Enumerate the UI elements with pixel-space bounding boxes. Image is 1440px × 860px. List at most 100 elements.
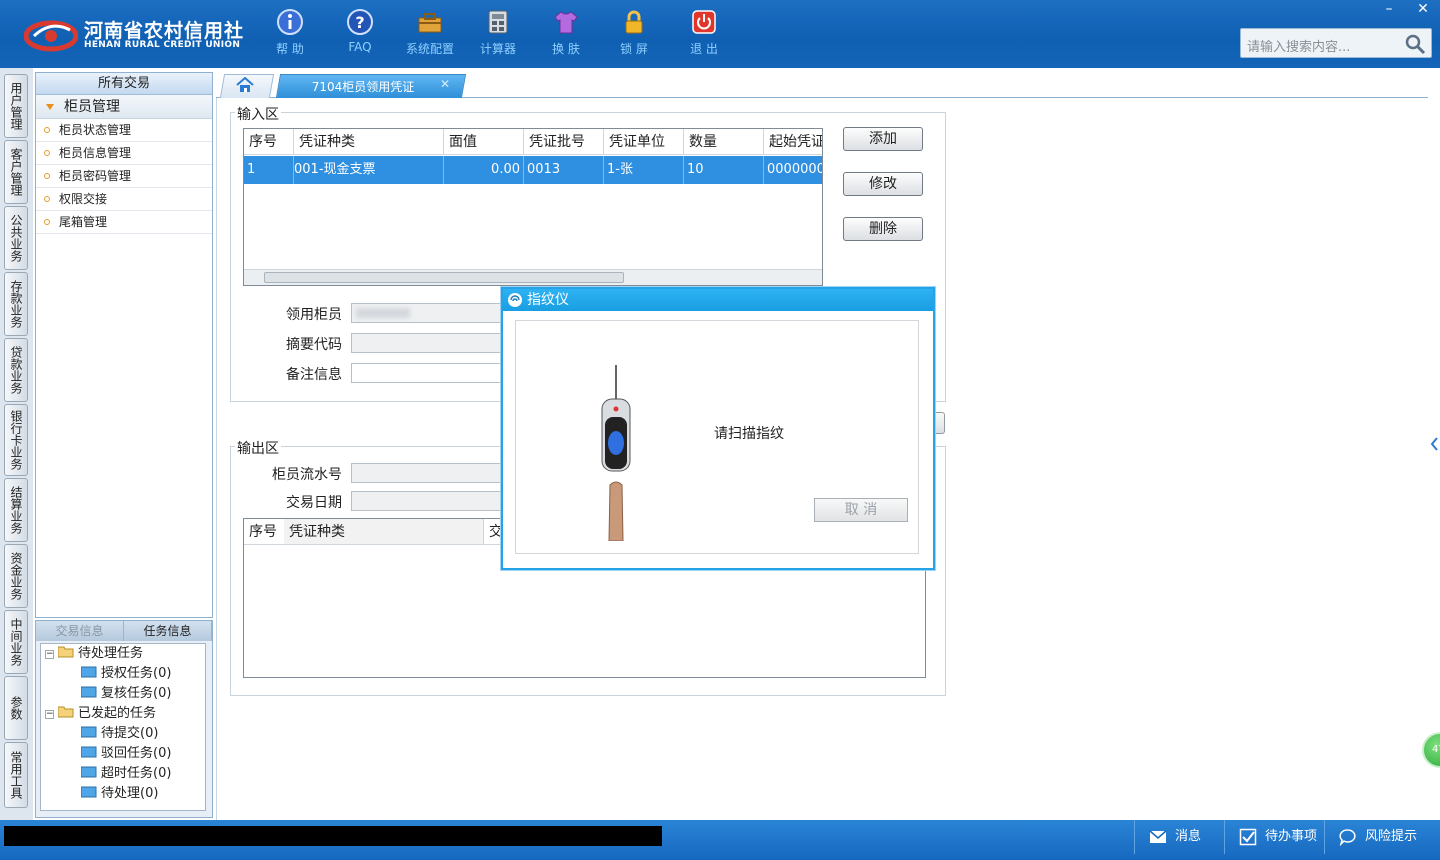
col-header-unit[interactable]: 凭证单位: [604, 129, 684, 155]
remark-input[interactable]: [351, 363, 511, 383]
col-header-batch-no[interactable]: 凭证批号: [524, 129, 604, 155]
vtab-common-tools[interactable]: 常用工具: [4, 742, 28, 808]
chat-bubble-icon: [1339, 829, 1356, 846]
tree-node-pending[interactable]: − 待处理任务: [45, 644, 143, 664]
vtab-loan[interactable]: 贷款业务: [4, 338, 28, 402]
add-button[interactable]: 添加: [843, 127, 923, 151]
summary-code-input[interactable]: [351, 333, 511, 353]
collapse-arrow-icon[interactable]: [1428, 420, 1440, 468]
folder-icon: [81, 666, 97, 678]
change-skin-button[interactable]: 换 肤: [536, 8, 596, 64]
tree-node-to-process[interactable]: 待处理(0): [81, 784, 158, 804]
vtab-deposit[interactable]: 存款业务: [4, 272, 28, 336]
tree-node-auth-tasks[interactable]: 授权任务(0): [81, 664, 171, 684]
exit-button[interactable]: 退 出: [674, 8, 734, 64]
minimize-button[interactable]: –: [1372, 0, 1406, 18]
vtab-parameters[interactable]: 参数: [4, 676, 28, 740]
dialog-message: 请扫描指纹: [714, 426, 784, 442]
lock-icon: [625, 10, 643, 34]
cell-unit[interactable]: 1-张: [604, 156, 684, 184]
serial-no-input: [351, 463, 511, 483]
faq-button[interactable]: ? FAQ: [330, 8, 390, 64]
out-col-header-voucher-type[interactable]: 凭证种类: [284, 519, 484, 545]
collapse-icon[interactable]: −: [45, 710, 54, 719]
faq-label: FAQ: [348, 40, 372, 54]
tab-close-icon[interactable]: ✕: [440, 77, 450, 91]
system-config-button[interactable]: 系统配置: [400, 8, 460, 64]
bullet-icon: [44, 219, 50, 225]
calculator-label: 计算器: [479, 42, 516, 56]
risk-alert-button[interactable]: 风险提示: [1324, 820, 1434, 854]
folder-icon: [81, 746, 97, 758]
home-icon[interactable]: [236, 77, 254, 93]
dialog-title-bar[interactable]: 指纹仪: [503, 289, 933, 311]
remark-label: 备注信息: [286, 367, 342, 383]
delete-button[interactable]: 删除: [843, 217, 923, 241]
folder-icon: [81, 686, 97, 698]
menu-item-teller-password[interactable]: 柜员密码管理: [36, 165, 212, 188]
out-col-header-seq[interactable]: 序号: [244, 519, 284, 545]
trade-date-input: [351, 491, 511, 511]
search-icon[interactable]: [1403, 32, 1427, 56]
todo-button[interactable]: 待办事项: [1224, 820, 1324, 854]
vtab-public-business[interactable]: 公共业务: [4, 206, 28, 270]
tree-node-initiated[interactable]: − 已发起的任务: [45, 704, 156, 724]
cell-quantity[interactable]: 10: [684, 156, 764, 184]
tree-node-review-tasks[interactable]: 复核任务(0): [81, 684, 171, 704]
vtab-bank-card[interactable]: 银行卡业务: [4, 404, 28, 476]
scrollbar-thumb[interactable]: [264, 272, 624, 283]
menu-item-tail-box[interactable]: 尾箱管理: [36, 211, 212, 234]
col-header-quantity[interactable]: 数量: [684, 129, 764, 155]
menu-item-permission-handover[interactable]: 权限交接: [36, 188, 212, 211]
search-box[interactable]: 请输入搜索内容...: [1240, 28, 1432, 58]
tab-transaction-info[interactable]: 交易信息: [36, 621, 124, 641]
cell-voucher-type[interactable]: 001-现金支票: [294, 156, 444, 184]
tree-node-to-submit[interactable]: 待提交(0): [81, 724, 158, 744]
menu-group-teller[interactable]: 柜员管理: [36, 95, 212, 119]
calculator-icon: [488, 10, 508, 34]
col-header-seq[interactable]: 序号: [244, 129, 294, 155]
risk-alert-label: 风险提示: [1365, 829, 1418, 844]
col-header-face-value[interactable]: 面值: [444, 129, 524, 155]
search-input[interactable]: 请输入搜索内容...: [1247, 36, 1350, 55]
collapse-icon[interactable]: −: [45, 650, 54, 659]
folder-icon: [81, 726, 97, 738]
tree-node-rejected[interactable]: 驳回任务(0): [81, 744, 171, 764]
menu-item-teller-info[interactable]: 柜员信息管理: [36, 142, 212, 165]
status-bar: 消息 待办事项 风险提示: [0, 820, 1440, 860]
vtab-funds[interactable]: 资金业务: [4, 544, 28, 608]
tab-task-info[interactable]: 任务信息: [124, 621, 212, 641]
lock-screen-label: 锁 屏: [620, 42, 648, 56]
help-button[interactable]: 帮 助: [260, 8, 320, 64]
horizontal-scrollbar[interactable]: [244, 269, 822, 285]
task-panel: 交易信息 任务信息 − 待处理任务 授权任务(0) 复核任务(0) − 已发起的任务…: [35, 620, 213, 818]
col-header-voucher-type[interactable]: 凭证种类: [294, 129, 444, 155]
edit-button[interactable]: 修改: [843, 172, 923, 196]
calculator-button[interactable]: 计算器: [468, 8, 528, 64]
col-header-start-no[interactable]: 起始凭证: [764, 129, 822, 155]
change-skin-label: 换 肤: [552, 42, 580, 56]
folder-icon: [81, 766, 97, 778]
cell-start-no[interactable]: 000000000: [764, 156, 822, 184]
close-window-button[interactable]: ✕: [1406, 0, 1440, 18]
vtab-user-mgmt[interactable]: 用户管理: [4, 74, 28, 138]
dialog-cancel-button[interactable]: 取 消: [814, 498, 908, 522]
system-config-label: 系统配置: [405, 42, 454, 56]
document-tabs: 7104柜员领用凭证 ✕: [216, 72, 1428, 98]
cell-face-value[interactable]: 0.00: [444, 156, 524, 184]
messages-button[interactable]: 消息: [1134, 820, 1224, 854]
tree-node-timeout[interactable]: 超时任务(0): [81, 764, 171, 784]
vtab-customer-mgmt[interactable]: 客户管理: [4, 140, 28, 204]
cell-batch-no[interactable]: 0013: [524, 156, 604, 184]
vtab-intermediary[interactable]: 中间业务: [4, 610, 28, 674]
dialog-body: 请扫描指纹 取 消: [515, 320, 919, 554]
lock-screen-button[interactable]: 锁 屏: [604, 8, 664, 64]
hidden-confirm-button[interactable]: [935, 412, 945, 434]
teller-input[interactable]: [351, 303, 511, 323]
mail-icon: [1149, 830, 1167, 843]
cell-seq[interactable]: 1: [244, 156, 294, 184]
fingerprint-scanner-icon: [601, 365, 631, 541]
menu-item-teller-status[interactable]: 柜员状态管理: [36, 119, 212, 142]
vtab-settlement[interactable]: 结算业务: [4, 478, 28, 542]
fingerprint-app-icon: [508, 293, 522, 307]
